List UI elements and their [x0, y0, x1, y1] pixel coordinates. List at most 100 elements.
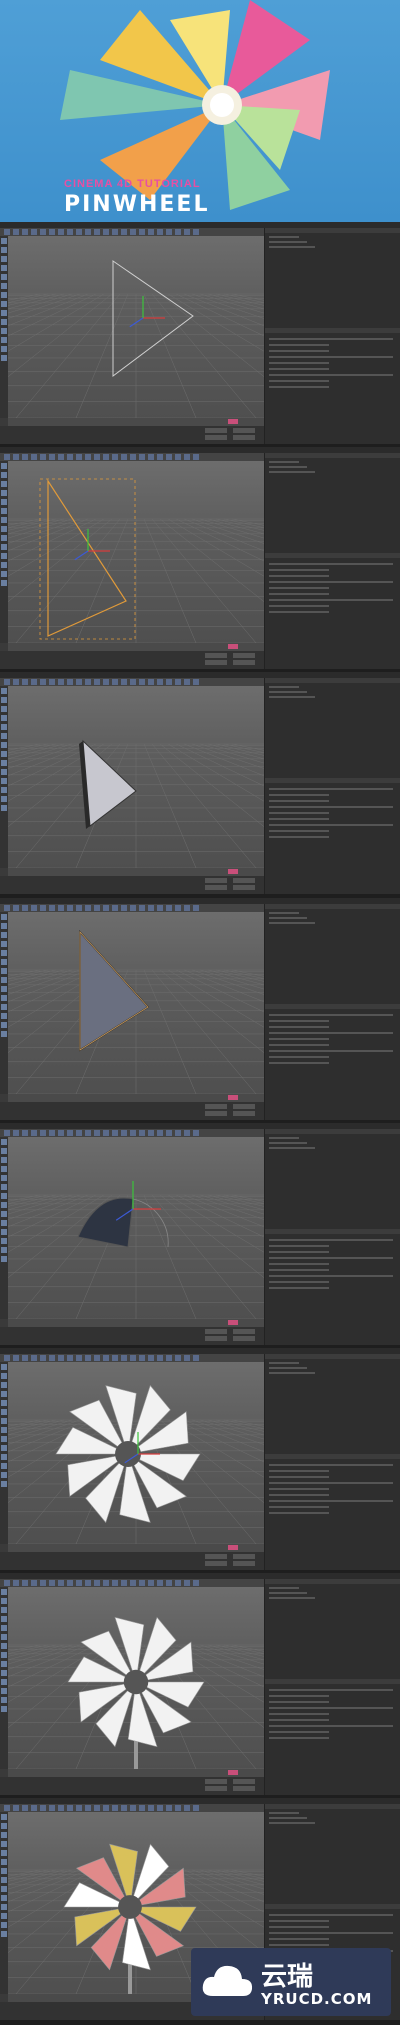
tool-icon[interactable]: [1, 1400, 7, 1406]
coordinate-field[interactable]: [233, 885, 255, 890]
viewport[interactable]: [8, 686, 264, 868]
attribute-row[interactable]: [269, 1026, 329, 1028]
toolbar-button[interactable]: [76, 1580, 82, 1586]
tool-icon[interactable]: [1, 1931, 7, 1937]
toolbar-button[interactable]: [130, 1355, 136, 1361]
toolbar-button[interactable]: [166, 1130, 172, 1136]
toolbar-button[interactable]: [85, 1130, 91, 1136]
toolbar-button[interactable]: [58, 905, 64, 911]
tool-icon[interactable]: [1, 1823, 7, 1829]
tool-icon[interactable]: [1, 1913, 7, 1919]
toolbar-button[interactable]: [148, 1580, 154, 1586]
tool-icon[interactable]: [1, 1247, 7, 1253]
toolbar-button[interactable]: [22, 454, 28, 460]
coordinate-field[interactable]: [205, 885, 227, 890]
toolbar-button[interactable]: [175, 1130, 181, 1136]
attribute-row[interactable]: [269, 1050, 393, 1052]
object-row[interactable]: [269, 696, 315, 698]
toolbar-button[interactable]: [94, 1130, 100, 1136]
toolbar-button[interactable]: [76, 454, 82, 460]
tool-icon[interactable]: [1, 544, 7, 550]
toolbar-button[interactable]: [139, 1130, 145, 1136]
tool-icon[interactable]: [1, 1184, 7, 1190]
toolbar-button[interactable]: [13, 1355, 19, 1361]
tool-icon[interactable]: [1, 238, 7, 244]
viewport[interactable]: [8, 461, 264, 643]
attribute-row[interactable]: [269, 569, 329, 571]
object-row[interactable]: [269, 466, 307, 468]
toolbar-button[interactable]: [103, 229, 109, 235]
tool-icon[interactable]: [1, 1391, 7, 1397]
attribute-row[interactable]: [269, 1689, 393, 1691]
attribute-row[interactable]: [269, 380, 329, 382]
tool-icon[interactable]: [1, 310, 7, 316]
tool-icon[interactable]: [1, 580, 7, 586]
coordinate-field[interactable]: [205, 1104, 227, 1109]
toolbar-button[interactable]: [148, 905, 154, 911]
attribute-row[interactable]: [269, 800, 329, 802]
toolbar-button[interactable]: [166, 679, 172, 685]
attribute-row[interactable]: [269, 1482, 393, 1484]
toolbar-button[interactable]: [67, 1130, 73, 1136]
toolbar-button[interactable]: [67, 1580, 73, 1586]
tool-icon[interactable]: [1, 959, 7, 965]
toolbar-button[interactable]: [157, 1805, 163, 1811]
attribute-row[interactable]: [269, 1287, 329, 1289]
toolbar-button[interactable]: [175, 1580, 181, 1586]
tool-icon[interactable]: [1, 1832, 7, 1838]
tool-icon[interactable]: [1, 319, 7, 325]
attribute-row[interactable]: [269, 1701, 329, 1703]
toolbar-button[interactable]: [67, 229, 73, 235]
toolbar-button[interactable]: [184, 1580, 190, 1586]
tool-icon[interactable]: [1, 1868, 7, 1874]
attribute-row[interactable]: [269, 563, 393, 565]
tool-icon[interactable]: [1, 1679, 7, 1685]
coordinate-field[interactable]: [233, 1104, 255, 1109]
toolbar-button[interactable]: [112, 1130, 118, 1136]
record-button[interactable]: [228, 1320, 238, 1325]
toolbar-button[interactable]: [4, 679, 10, 685]
attribute-row[interactable]: [269, 812, 329, 814]
record-button[interactable]: [228, 419, 238, 424]
toolbar-button[interactable]: [40, 454, 46, 460]
toolbar-button[interactable]: [40, 1580, 46, 1586]
toolbar-button[interactable]: [31, 229, 37, 235]
tool-icon[interactable]: [1, 1454, 7, 1460]
toolbar-button[interactable]: [166, 1580, 172, 1586]
attribute-row[interactable]: [269, 1494, 329, 1496]
tool-icon[interactable]: [1, 1670, 7, 1676]
coordinate-field[interactable]: [205, 1779, 227, 1784]
toolbar-button[interactable]: [193, 905, 199, 911]
tool-icon[interactable]: [1, 751, 7, 757]
tool-icon[interactable]: [1, 805, 7, 811]
toolbar-button[interactable]: [103, 454, 109, 460]
toolbar-button[interactable]: [31, 1130, 37, 1136]
tool-icon[interactable]: [1, 1238, 7, 1244]
toolbar-button[interactable]: [40, 905, 46, 911]
coordinate-field[interactable]: [233, 653, 255, 658]
toolbar-button[interactable]: [4, 1580, 10, 1586]
tool-icon[interactable]: [1, 769, 7, 775]
tool-icon[interactable]: [1, 490, 7, 496]
tool-icon[interactable]: [1, 932, 7, 938]
toolbar-button[interactable]: [166, 229, 172, 235]
object-row[interactable]: [269, 691, 307, 693]
tool-icon[interactable]: [1, 1850, 7, 1856]
toolbar-button[interactable]: [193, 1355, 199, 1361]
tool-icon[interactable]: [1, 1589, 7, 1595]
object-row[interactable]: [269, 1372, 315, 1374]
attribute-row[interactable]: [269, 575, 329, 577]
toolbar-button[interactable]: [40, 679, 46, 685]
tool-icon[interactable]: [1, 1841, 7, 1847]
attribute-row[interactable]: [269, 587, 329, 589]
attribute-row[interactable]: [269, 1038, 329, 1040]
toolbar-button[interactable]: [49, 1355, 55, 1361]
timeline[interactable]: [8, 1094, 264, 1102]
coordinate-field[interactable]: [233, 1336, 255, 1341]
toolbar-button[interactable]: [193, 229, 199, 235]
toolbar-button[interactable]: [103, 1580, 109, 1586]
coordinate-field[interactable]: [205, 1554, 227, 1559]
tool-icon[interactable]: [1, 1211, 7, 1217]
toolbar-button[interactable]: [49, 905, 55, 911]
toolbar-button[interactable]: [58, 1355, 64, 1361]
